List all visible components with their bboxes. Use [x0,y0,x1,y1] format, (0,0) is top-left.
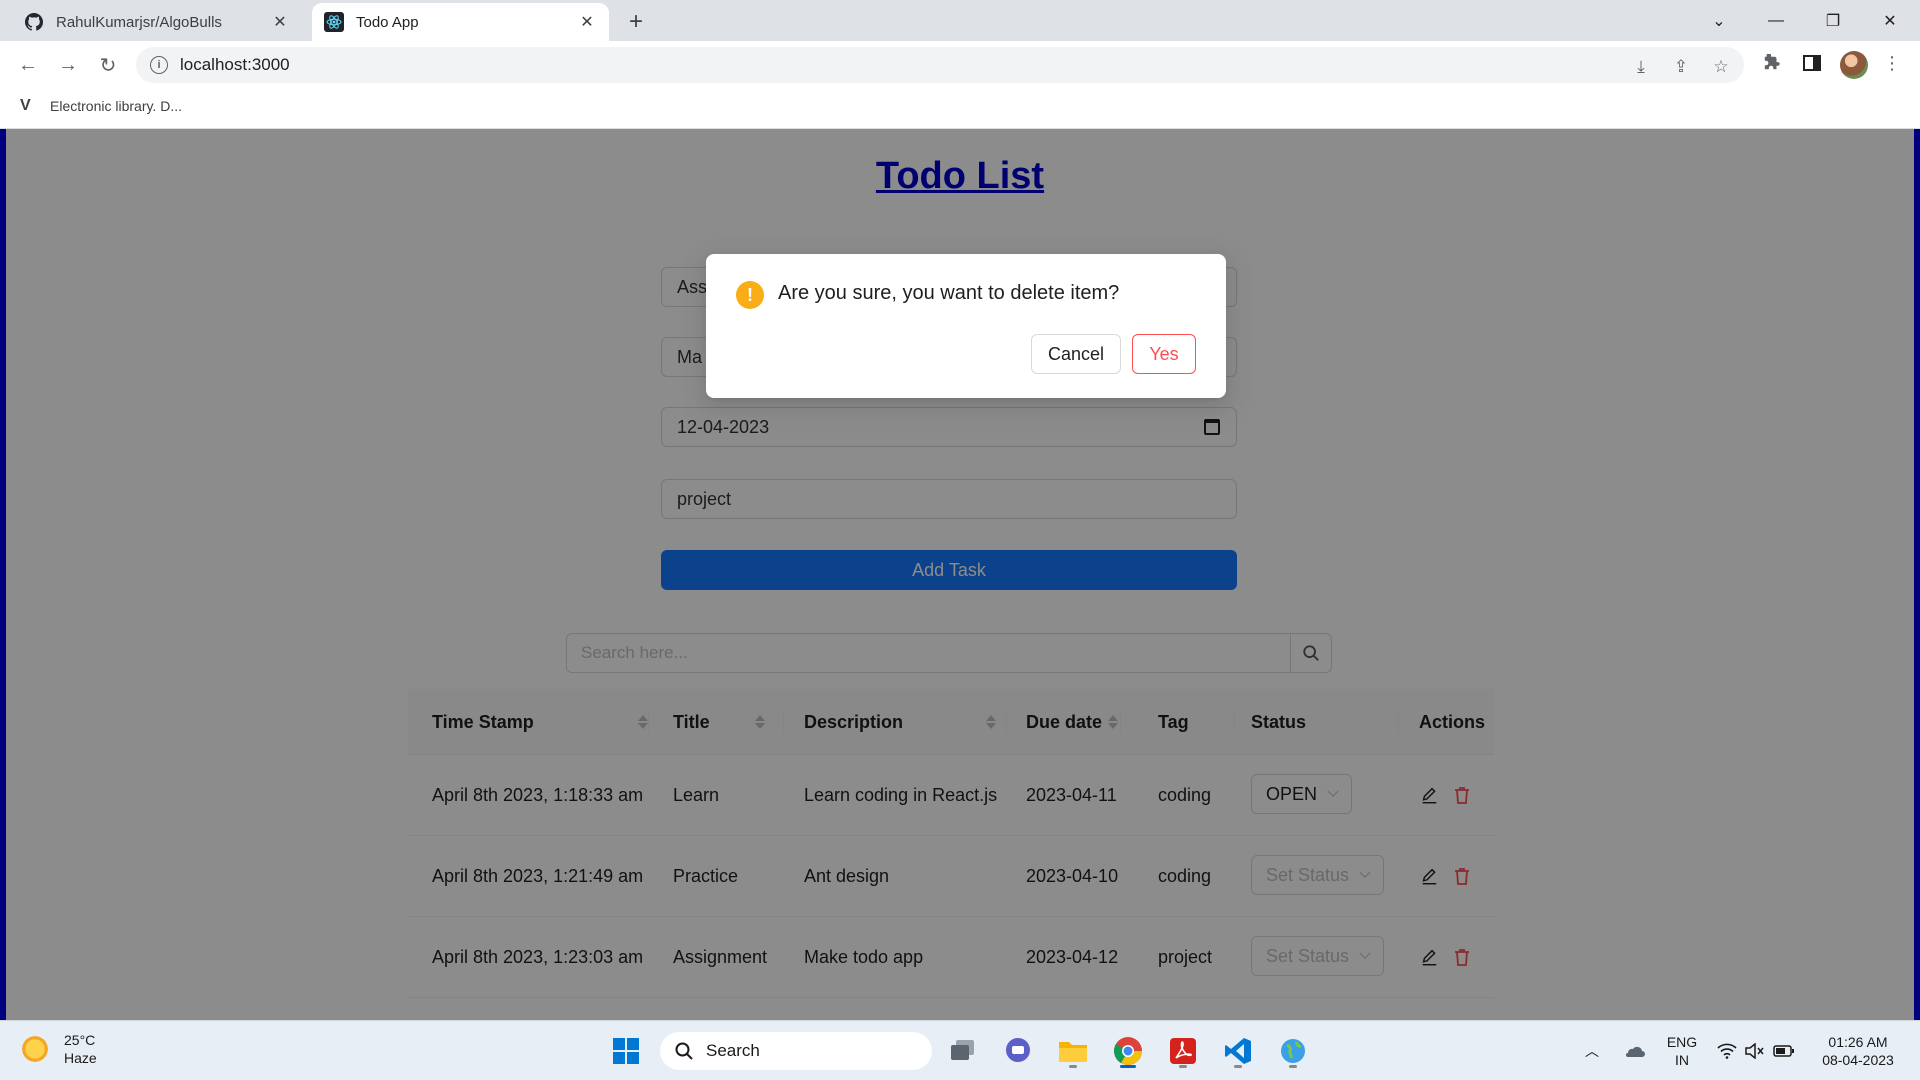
running-indicator [1289,1065,1297,1068]
install-icon[interactable]: ⤓ [1630,56,1652,78]
tab-todo-app[interactable]: Todo App ✕ [312,3,609,41]
language-indicator[interactable]: ENG IN [1660,1021,1704,1080]
onedrive-cloud-icon[interactable] [1620,1021,1648,1080]
forward-icon[interactable]: → [54,51,82,79]
active-indicator [1120,1065,1136,1068]
taskbar-search-label: Search [706,1041,760,1060]
tab-title: Todo App [356,13,419,31]
close-icon[interactable]: ✕ [270,12,290,32]
weather-text: 25°C Haze [64,1031,97,1067]
windows-taskbar: 25°C Haze Search ︿ ENG IN 01:26 AM 08-04… [0,1020,1920,1080]
bookmark-star-icon[interactable]: ☆ [1710,56,1732,78]
tab-title: RahulKumarjsr/AlgoBulls [56,13,222,31]
new-tab-button[interactable]: + [622,8,650,36]
lang-region: IN [1675,1052,1689,1068]
window-close-icon[interactable]: ✕ [1867,0,1913,41]
clock-time: 01:26 AM [1828,1034,1888,1050]
teams-chat-icon[interactable] [998,1031,1038,1071]
task-view-icon[interactable] [943,1031,983,1071]
lang-primary: ENG [1666,1034,1698,1050]
back-icon[interactable]: ← [14,51,42,79]
menu-kebab-icon[interactable]: ⋮ [1880,51,1904,75]
bookmark-item[interactable]: V Electronic library. D... [20,97,182,115]
acrobat-icon[interactable] [1163,1031,1203,1071]
share-icon[interactable]: ⇪ [1670,56,1692,78]
running-indicator [1069,1065,1077,1068]
exclamation-icon: ! [736,281,764,309]
close-icon[interactable]: ✕ [577,12,597,32]
file-explorer-icon[interactable] [1053,1031,1093,1071]
weather-desc: Haze [64,1050,97,1066]
cancel-button[interactable]: Cancel [1031,334,1121,374]
extensions-icon[interactable] [1760,51,1784,75]
running-indicator [1179,1065,1187,1068]
reload-icon[interactable]: ↻ [94,51,122,79]
browser-toolbar: ← → ↻ i localhost:3000 ⤓ ⇪ ☆ [0,41,1920,89]
github-icon [24,12,44,32]
weather-icon [20,1034,50,1064]
volume-muted-icon[interactable] [1744,1021,1766,1080]
react-icon [324,12,344,32]
profile-avatar[interactable] [1840,51,1868,79]
globe-app-icon[interactable] [1273,1031,1313,1071]
taskbar-search[interactable]: Search [660,1032,932,1070]
modal-message: Are you sure, you want to delete item? [778,282,1120,304]
tab-search-chevron-icon[interactable]: ⌄ [1696,0,1742,41]
url-text: localhost:3000 [180,55,290,74]
site-info-icon[interactable]: i [150,56,168,74]
windows-start-icon[interactable] [606,1031,646,1071]
search-icon [675,1042,693,1060]
vscode-icon[interactable] [1218,1031,1258,1071]
bookmark-label: Electronic library. D... [50,98,182,114]
page-viewport: Todo List Ass Ma 12-04-2023 project Add … [0,129,1920,1020]
bookmarks-bar: V Electronic library. D... [0,89,1920,129]
restore-icon[interactable]: ❐ [1810,0,1856,41]
tab-github[interactable]: RahulKumarjsr/AlgoBulls ✕ [12,3,302,41]
clock[interactable]: 01:26 AM 08-04-2023 [1808,1021,1908,1080]
chrome-icon[interactable] [1108,1031,1148,1071]
weather-widget[interactable]: 25°C Haze [20,1031,97,1067]
clock-date: 08-04-2023 [1822,1052,1894,1068]
running-indicator [1234,1065,1242,1068]
wifi-icon[interactable] [1716,1021,1738,1080]
address-bar[interactable]: i localhost:3000 ⤓ ⇪ ☆ [136,47,1744,83]
v-icon: V [20,97,31,114]
confirm-delete-modal: ! Are you sure, you want to delete item?… [706,254,1226,398]
tab-strip: RahulKumarjsr/AlgoBulls ✕ Todo App ✕ + ⌄… [0,0,1920,41]
side-panel-icon[interactable] [1800,51,1824,75]
battery-icon[interactable] [1772,1021,1796,1080]
yes-button[interactable]: Yes [1132,334,1196,374]
minimize-icon[interactable]: — [1753,0,1799,41]
weather-temp: 25°C [64,1032,96,1048]
show-hidden-icons-chevron-icon[interactable]: ︿ [1580,1021,1604,1080]
